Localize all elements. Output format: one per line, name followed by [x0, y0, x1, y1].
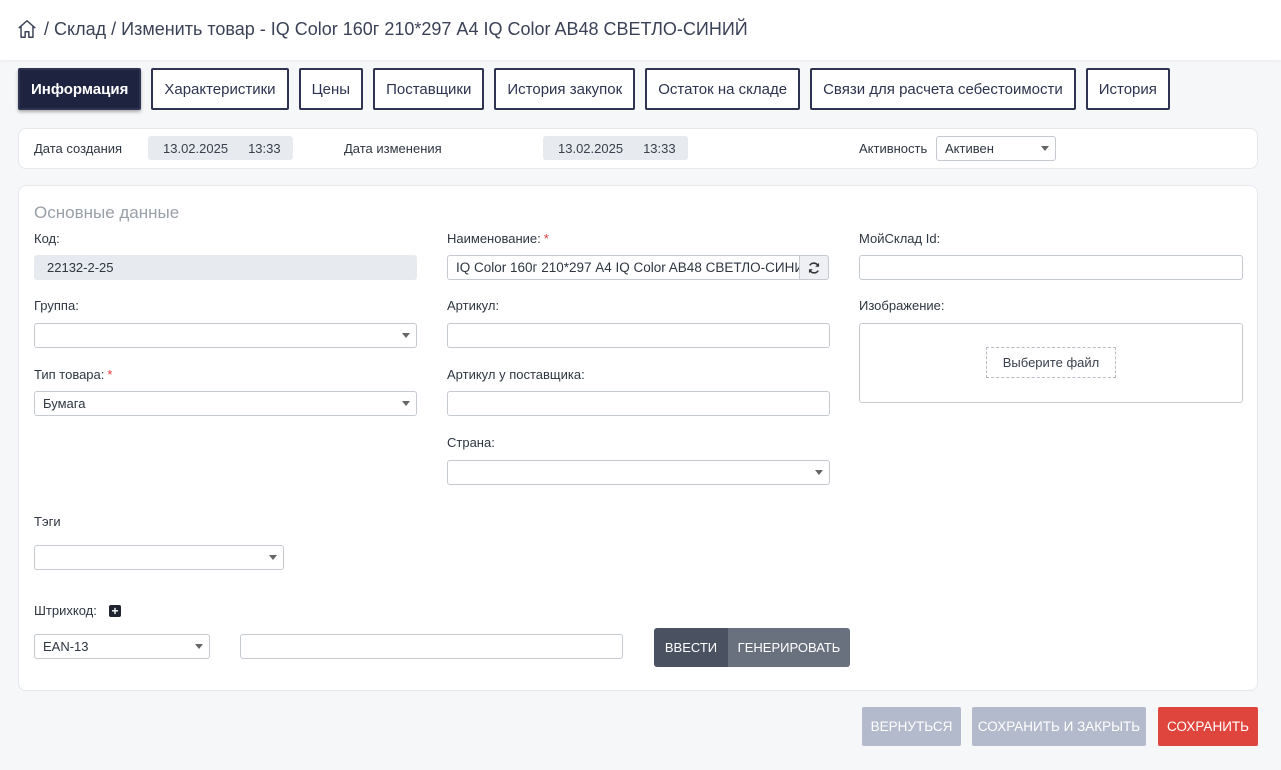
tab-purchase-history[interactable]: История закупок	[494, 68, 636, 110]
created-value: 13.02.2025 13:33	[148, 136, 293, 160]
type-value: Бумага	[43, 396, 86, 411]
code-label: Код:	[34, 231, 60, 246]
code-field: 22132-2-25	[34, 255, 417, 280]
barcode-input[interactable]	[240, 634, 623, 659]
created-label: Дата создания	[34, 141, 123, 156]
barcode-type-select[interactable]: EAN-13	[34, 634, 210, 659]
chevron-down-icon	[402, 401, 410, 406]
type-select[interactable]: Бумага	[34, 391, 417, 416]
chevron-down-icon	[269, 555, 277, 560]
barcode-type-value: EAN-13	[43, 639, 89, 654]
save-button[interactable]: СОХРАНИТЬ	[1158, 707, 1258, 746]
refresh-icon	[808, 261, 820, 274]
modified-value: 13.02.2025 13:33	[543, 136, 688, 160]
article-input[interactable]	[447, 323, 830, 348]
supplier-article-input[interactable]	[447, 391, 830, 416]
breadcrumb-section[interactable]: Склад	[54, 19, 106, 40]
generate-barcode-button[interactable]: ГЕНЕРИРОВАТЬ	[728, 628, 850, 667]
chevron-down-icon	[1041, 146, 1049, 151]
country-label: Страна:	[447, 435, 495, 450]
section-title: Основные данные	[34, 203, 180, 222]
refresh-name-button[interactable]	[799, 255, 829, 280]
modified-time: 13:33	[643, 140, 676, 156]
name-field[interactable]: IQ Color 160г 210*297 A4 IQ Color AB48 С…	[447, 255, 800, 280]
chevron-down-icon	[815, 470, 823, 475]
activity-label: Активность	[859, 141, 928, 156]
type-label: Тип товара: *	[34, 367, 112, 382]
enter-barcode-button[interactable]: ВВЕСТИ	[654, 628, 728, 667]
tab-prices[interactable]: Цены	[298, 68, 364, 110]
moysklad-input[interactable]	[859, 255, 1243, 280]
tab-characteristics[interactable]: Характеристики	[151, 68, 289, 110]
choose-file-button[interactable]: Выберите файл	[986, 347, 1116, 378]
save-and-close-button[interactable]: СОХРАНИТЬ И ЗАКРЫТЬ	[972, 707, 1146, 746]
tab-cost-links[interactable]: Связи для расчета себестоимости	[810, 68, 1076, 110]
add-barcode-icon[interactable]: +	[109, 605, 121, 617]
barcode-label: Штрихкод:	[34, 603, 97, 618]
tab-bar: Информация Характеристики Цены Поставщик…	[18, 68, 1180, 110]
image-label: Изображение:	[859, 298, 945, 313]
page-title: Изменить товар - IQ Color 160г 210*297 A…	[121, 18, 748, 39]
barcode-button-group: ВВЕСТИ ГЕНЕРИРОВАТЬ	[654, 628, 850, 667]
tags-select[interactable]	[34, 545, 284, 570]
tags-label: Тэги	[34, 514, 61, 529]
top-bar: / Склад / Изменить товар - IQ Color 160г…	[0, 0, 1281, 60]
required-mark: *	[543, 231, 549, 246]
required-mark: *	[107, 367, 113, 382]
type-label-text: Тип товара:	[34, 367, 105, 382]
chevron-down-icon	[195, 644, 203, 649]
activity-value: Активен	[945, 141, 994, 156]
tab-information[interactable]: Информация	[18, 68, 142, 110]
back-button[interactable]: ВЕРНУТЬСЯ	[862, 707, 961, 746]
modified-date: 13.02.2025	[558, 140, 624, 156]
tab-stock[interactable]: Остаток на складе	[645, 68, 801, 110]
main-data-panel: Основные данные Код: 22132-2-25 Группа: …	[18, 185, 1258, 691]
article-label: Артикул:	[447, 298, 500, 313]
image-dropzone[interactable]: Выберите файл	[859, 323, 1243, 403]
group-select[interactable]	[34, 323, 417, 348]
home-icon[interactable]	[16, 18, 38, 40]
name-label: Наименование: *	[447, 231, 549, 246]
activity-select[interactable]: Активен	[936, 136, 1056, 161]
breadcrumb-separator: /	[44, 18, 50, 39]
moysklad-label: МойСклад Id:	[859, 231, 941, 246]
breadcrumb-separator: /	[111, 18, 117, 39]
tab-suppliers[interactable]: Поставщики	[373, 68, 485, 110]
breadcrumb: / Склад / Изменить товар - IQ Color 160г…	[16, 18, 753, 40]
tab-history[interactable]: История	[1085, 68, 1170, 110]
country-select[interactable]	[447, 460, 830, 485]
chevron-down-icon	[402, 333, 410, 338]
created-time: 13:33	[248, 140, 281, 156]
name-label-text: Наименование:	[447, 231, 541, 246]
supplier-article-label: Артикул у поставщика:	[447, 367, 585, 382]
modified-label: Дата изменения	[344, 141, 442, 156]
created-date: 13.02.2025	[163, 140, 229, 156]
group-label: Группа:	[34, 298, 79, 313]
meta-panel: Дата создания 13.02.2025 13:33 Дата изме…	[18, 128, 1258, 169]
